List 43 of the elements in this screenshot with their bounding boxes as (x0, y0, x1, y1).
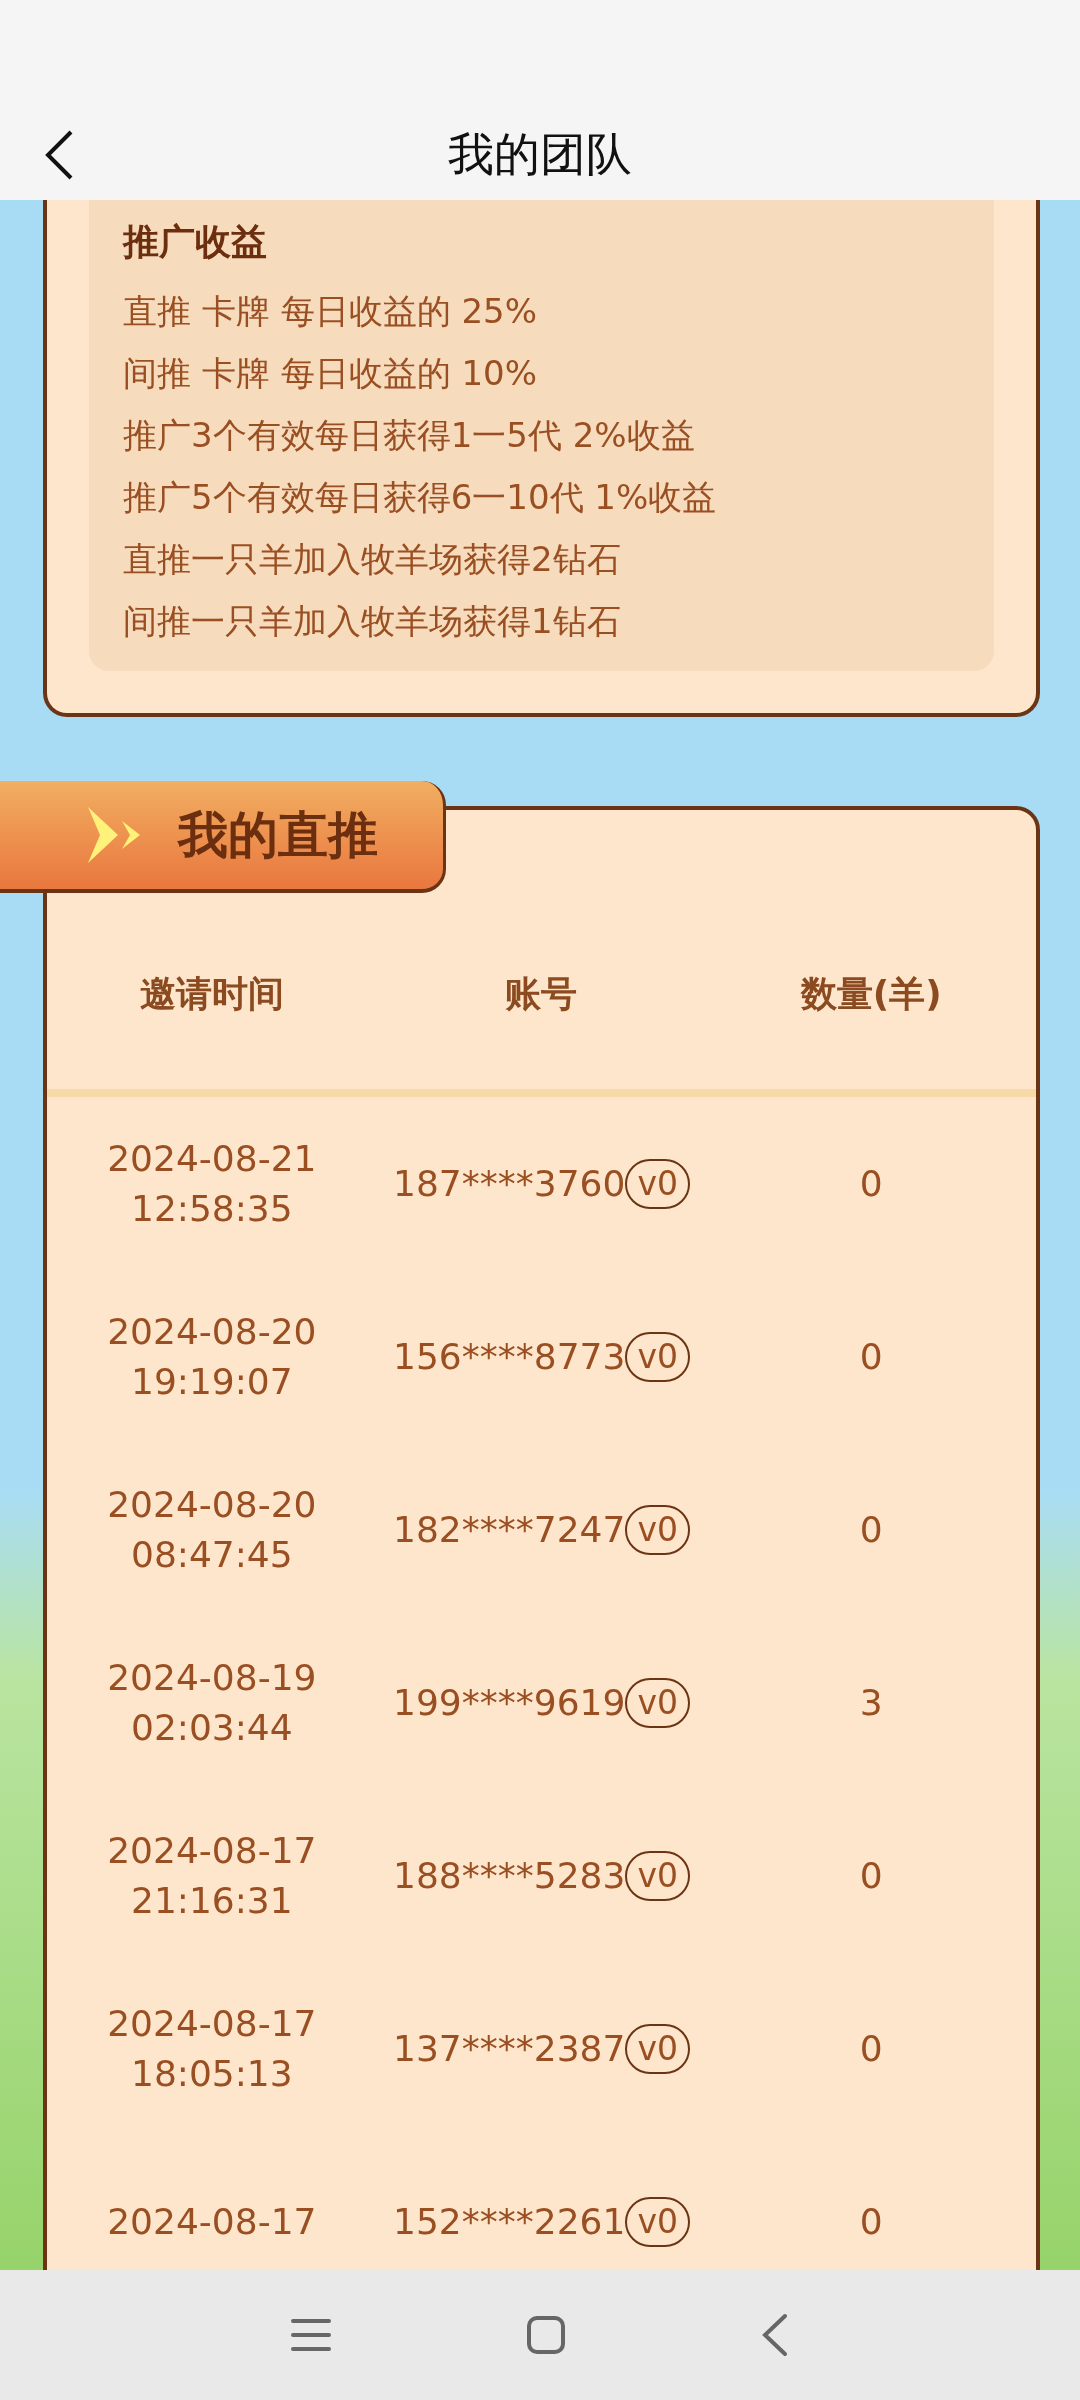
back-icon[interactable] (44, 129, 74, 181)
rules-title: 推广收益 (123, 220, 268, 264)
invite-time: 2024-08-17 21:16:31 (106, 1828, 318, 1923)
column-header: 账号 (504, 972, 579, 1016)
home-icon[interactable] (526, 2315, 566, 2355)
level-badge: v0 (625, 1331, 690, 1382)
sheep-count: 0 (859, 2026, 883, 2071)
account-number: 156****8773 (393, 1334, 626, 1379)
level-badge: v0 (625, 1504, 690, 1555)
rule-text: 间推一只羊加入牧羊场获得1钻石 (123, 601, 622, 641)
rule-text: 间推 卡牌 每日收益的 10% (123, 353, 538, 393)
account-number: 199****9619 (393, 1680, 626, 1725)
invite-time: 2024-08-17 (106, 2199, 318, 2244)
account-number: 152****2261 (393, 2199, 626, 2244)
level-badge: v0 (625, 1850, 690, 1901)
level-badge: v0 (625, 2023, 690, 2074)
rule-text: 推广3个有效每日获得1一5代 2%收益 (123, 415, 696, 455)
invite-time: 2024-08-20 08:47:45 (106, 1482, 318, 1577)
sheep-count: 0 (859, 1853, 883, 1898)
section-title: 我的直推 (178, 804, 378, 866)
level-badge: v0 (625, 1158, 690, 1209)
account-number: 137****2387 (393, 2026, 626, 2071)
invite-time: 2024-08-21 12:58:35 (106, 1136, 318, 1231)
page-title: 我的团队 (448, 126, 632, 183)
sheep-count: 0 (859, 2199, 883, 2244)
column-header: 邀请时间 (138, 972, 285, 1016)
menu-icon[interactable] (291, 2317, 331, 2353)
invite-time: 2024-08-20 19:19:07 (106, 1309, 318, 1404)
sheep-count: 0 (859, 1507, 883, 1552)
account-number: 188****5283 (393, 1853, 626, 1898)
level-badge: v0 (625, 1677, 690, 1728)
level-badge: v0 (625, 2196, 690, 2247)
account-number: 187****3760 (393, 1161, 626, 1206)
rule-text: 直推一只羊加入牧羊场获得2钻石 (123, 539, 622, 579)
sheep-count: 0 (859, 1334, 883, 1379)
invite-time: 2024-08-19 02:03:44 (106, 1655, 318, 1750)
account-number: 182****7247 (393, 1507, 626, 1552)
rule-text: 直推 卡牌 每日收益的 25% (123, 291, 538, 331)
column-header: 数量(羊) (799, 972, 943, 1016)
sheep-count: 3 (859, 1680, 883, 1725)
rule-text: 推广5个有效每日获得6一10代 1%收益 (123, 477, 718, 517)
invite-time: 2024-08-17 18:05:13 (106, 2001, 318, 2096)
sheep-count: 0 (859, 1161, 883, 1206)
